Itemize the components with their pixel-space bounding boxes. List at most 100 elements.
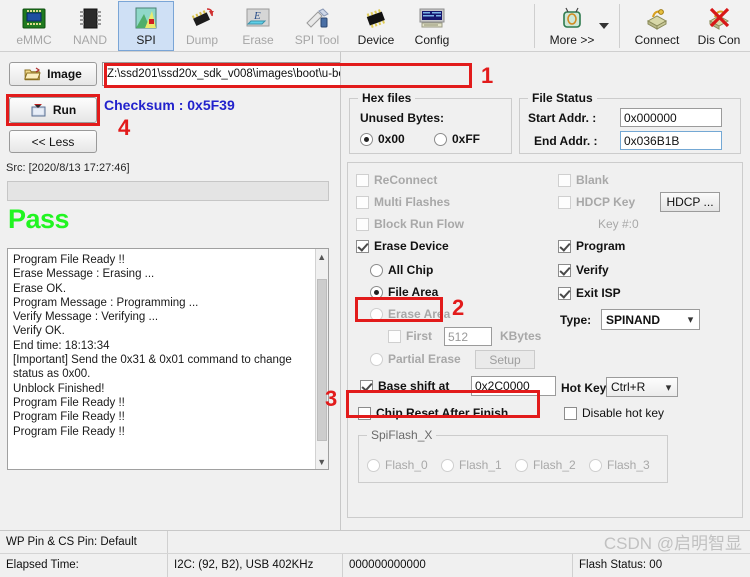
start-addr-label: Start Addr. : xyxy=(528,111,597,125)
setup-button-label: Setup xyxy=(489,352,521,367)
checkbox-icon[interactable] xyxy=(564,406,577,420)
radio-icon[interactable] xyxy=(370,352,383,366)
scrollbar-thumb[interactable] xyxy=(316,279,327,441)
radio-partial-erase[interactable]: Partial Erase xyxy=(370,352,461,366)
checkbox-icon[interactable] xyxy=(558,286,571,300)
checkbox-reconnect[interactable]: ReConnect xyxy=(356,173,437,187)
less-button[interactable]: << Less xyxy=(9,130,97,153)
checkbox-exit-isp[interactable]: Exit ISP xyxy=(558,286,621,300)
checksum-label: Checksum : 0x5F39 xyxy=(104,97,235,113)
spiflash-title: SpiFlash_X xyxy=(367,428,437,442)
checkbox-blank[interactable]: Blank xyxy=(558,173,609,187)
radio-unused-0x00[interactable]: 0x00 xyxy=(360,132,405,146)
toolbar-label-device: Device xyxy=(357,33,395,47)
toolbar-label-config: Config xyxy=(414,33,450,47)
checkbox-icon[interactable] xyxy=(558,263,571,277)
checkbox-icon[interactable] xyxy=(356,173,369,187)
radio-icon[interactable] xyxy=(441,458,454,472)
toolbar-button-dump[interactable]: Dump xyxy=(174,1,230,51)
toolbar-button-spi-tool[interactable]: SPI Tool xyxy=(286,1,348,51)
checkbox-verify[interactable]: Verify xyxy=(558,263,609,277)
checkbox-program[interactable]: Program xyxy=(558,239,625,253)
log-text: Program File Ready !! Erase Message : Er… xyxy=(13,254,292,438)
annotation-number-1: 1 xyxy=(481,63,494,88)
checkbox-disable-hotkey[interactable]: Disable hot key xyxy=(564,406,664,420)
first-kbytes-field[interactable]: 512 xyxy=(444,327,492,346)
radio-icon[interactable] xyxy=(434,132,447,146)
toolbar-button-emmc[interactable]: eMMC xyxy=(6,1,62,51)
setup-button[interactable]: Setup xyxy=(475,350,535,369)
checkbox-multi-flashes[interactable]: Multi Flashes xyxy=(356,195,450,209)
hotkey-combo[interactable]: Ctrl+R ▾ xyxy=(606,377,678,397)
image-button[interactable]: Image xyxy=(9,62,97,86)
log-scrollbar[interactable]: ▲ ▼ xyxy=(314,249,328,469)
first-kbytes-value: 512 xyxy=(448,329,469,344)
label-blank: Blank xyxy=(576,173,609,187)
toolbar-button-erase[interactable]: E Erase xyxy=(230,1,286,51)
checkbox-icon[interactable] xyxy=(358,406,371,420)
radio-flash-1[interactable]: Flash_1 xyxy=(441,458,502,472)
chevron-down-icon[interactable]: ▼ xyxy=(315,454,328,469)
label-reconnect: ReConnect xyxy=(374,173,438,187)
radio-flash-3[interactable]: Flash_3 xyxy=(589,458,650,472)
start-addr-value: 0x000000 xyxy=(624,110,677,125)
radio-icon[interactable] xyxy=(589,458,602,472)
chevron-down-icon[interactable]: ▾ xyxy=(682,313,699,326)
checkbox-icon[interactable] xyxy=(558,239,571,253)
toolbar-button-device[interactable]: Device xyxy=(348,1,404,51)
toolbar-button-disconnect[interactable]: Dis Con xyxy=(688,1,750,51)
radio-icon[interactable] xyxy=(370,285,383,299)
checkbox-block-run-flow[interactable]: Block Run Flow xyxy=(356,217,464,231)
base-shift-field[interactable]: 0x2C0000 xyxy=(471,376,556,396)
device-chip-icon xyxy=(361,5,391,33)
type-label: Type: xyxy=(560,313,592,327)
checkbox-icon[interactable] xyxy=(388,329,401,343)
checkbox-icon[interactable] xyxy=(356,195,369,209)
toolbar-button-spi[interactable]: SPI xyxy=(118,1,174,51)
toolbar-label-nand: NAND xyxy=(72,33,107,47)
erase-icon: E xyxy=(243,5,273,33)
checkbox-icon[interactable] xyxy=(558,173,571,187)
checkbox-erase-device[interactable]: Erase Device xyxy=(356,239,449,253)
toolbar-label-spi-tool: SPI Tool xyxy=(294,33,340,47)
checkbox-icon[interactable] xyxy=(356,239,369,253)
checkbox-icon[interactable] xyxy=(356,217,369,231)
checkbox-icon[interactable] xyxy=(558,195,571,209)
toolbar-button-connect[interactable]: Connect xyxy=(626,1,688,51)
chevron-up-icon[interactable]: ▲ xyxy=(315,249,328,264)
chevron-down-icon[interactable]: ▾ xyxy=(660,381,677,394)
radio-all-chip[interactable]: All Chip xyxy=(370,263,433,277)
radio-icon[interactable] xyxy=(367,458,380,472)
label-file-area: File Area xyxy=(388,285,439,299)
toolbar-button-more[interactable]: More >> xyxy=(541,1,603,51)
label-flash-1: Flash_1 xyxy=(459,458,502,472)
toolbar-label-dump: Dump xyxy=(185,33,218,47)
radio-flash-0[interactable]: Flash_0 xyxy=(367,458,428,472)
checkbox-hdcp-key[interactable]: HDCP Key xyxy=(558,195,635,209)
dump-icon xyxy=(187,5,217,33)
radio-icon[interactable] xyxy=(370,263,383,277)
checkbox-first[interactable]: First xyxy=(388,329,432,343)
type-value: SPINAND xyxy=(606,312,661,327)
hdcp-button[interactable]: HDCP ... xyxy=(660,192,720,212)
checkbox-icon[interactable] xyxy=(360,379,373,393)
toolbar-button-nand[interactable]: NAND xyxy=(62,1,118,51)
end-addr-field[interactable]: 0x036B1B xyxy=(620,131,722,150)
log-panel: Program File Ready !! Erase Message : Er… xyxy=(7,248,329,470)
checkbox-chip-reset[interactable]: Chip Reset After Finish xyxy=(358,406,508,420)
radio-erase-area[interactable]: Erase Area xyxy=(370,307,450,321)
toolbar-button-config[interactable]: Config xyxy=(404,1,460,51)
run-button[interactable]: Run xyxy=(9,97,97,123)
progress-bar xyxy=(7,181,329,201)
radio-icon[interactable] xyxy=(515,458,528,472)
label-chip-reset: Chip Reset After Finish xyxy=(376,406,509,420)
spi-icon xyxy=(131,5,161,33)
radio-flash-2[interactable]: Flash_2 xyxy=(515,458,576,472)
start-addr-field[interactable]: 0x000000 xyxy=(620,108,722,127)
radio-icon[interactable] xyxy=(360,132,373,146)
radio-file-area[interactable]: File Area xyxy=(370,285,438,299)
type-combo[interactable]: SPINAND ▾ xyxy=(601,309,700,330)
checkbox-base-shift[interactable]: Base shift at xyxy=(360,379,449,393)
radio-unused-0xff[interactable]: 0xFF xyxy=(434,132,480,146)
radio-icon[interactable] xyxy=(370,307,383,321)
